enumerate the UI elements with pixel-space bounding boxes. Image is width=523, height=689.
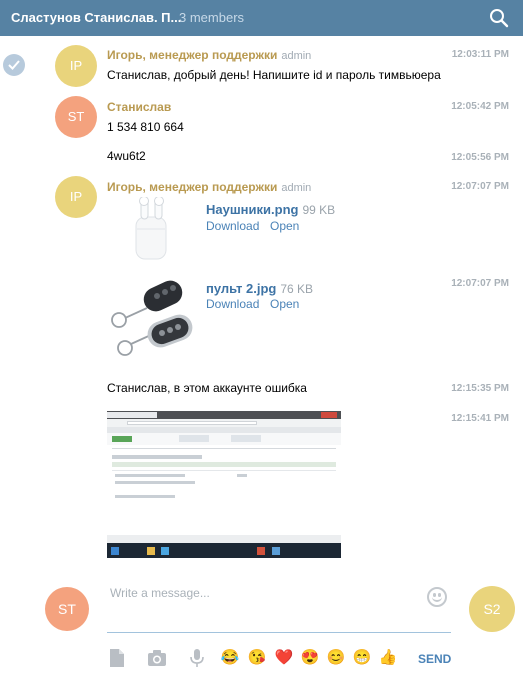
emoji-icon[interactable] — [427, 587, 447, 607]
remote-control-thumbnail[interactable] — [107, 276, 195, 356]
my-avatar[interactable]: ST — [45, 587, 89, 631]
message-text: 4wu6t2 — [107, 149, 146, 163]
chat-header: Сластунов Станислав. П... 3 members — [0, 0, 523, 36]
message[interactable]: 12:15:35 PM Станислав, в этом аккаунте о… — [0, 376, 523, 400]
avatar[interactable]: IP — [55, 176, 97, 218]
avatar[interactable]: IP — [55, 45, 97, 87]
screenshot-image[interactable] — [107, 411, 341, 558]
sender-name[interactable]: Игорь, менеджер поддержки admin — [107, 48, 311, 62]
message[interactable]: ST Станислав 12:05:42 PM 1 534 810 664 — [0, 94, 523, 144]
chat-title[interactable]: Сластунов Станислав. П... — [11, 10, 181, 25]
message-input[interactable] — [107, 578, 451, 633]
message-time: 12:05:42 PM — [451, 101, 509, 112]
message-time: 12:07:07 PM — [451, 278, 509, 289]
download-link[interactable]: Download — [206, 297, 259, 311]
download-link[interactable]: Download — [206, 219, 259, 233]
headphones-thumbnail[interactable] — [130, 196, 174, 263]
peer-avatar[interactable]: S2 — [469, 586, 515, 632]
message[interactable]: IP Игорь, менеджер поддержки admin 12:03:… — [0, 42, 523, 92]
message-time: 12:03:11 PM — [451, 49, 509, 60]
sender-name[interactable]: Игорь, менеджер поддержки admin — [107, 180, 311, 194]
message-time: 12:15:35 PM — [451, 383, 509, 394]
file-size: 99 KB — [302, 203, 336, 217]
file-name[interactable]: пульт 2.jpg 76 KB — [206, 281, 313, 296]
emoji-kiss-icon[interactable]: 😘 — [247, 648, 267, 668]
message-time: 12:15:41 PM — [451, 413, 509, 424]
admin-badge: admin — [281, 50, 312, 62]
microphone-icon[interactable] — [187, 648, 207, 668]
admin-badge: admin — [281, 182, 312, 194]
emoji-heart-eyes-icon[interactable]: 😍 — [300, 648, 320, 668]
search-icon[interactable] — [489, 8, 509, 28]
send-button[interactable]: SEND — [418, 652, 451, 666]
file-name[interactable]: Наушники.png 99 KB — [206, 202, 335, 217]
camera-icon[interactable] — [147, 648, 167, 668]
open-link[interactable]: Open — [270, 219, 299, 233]
open-link[interactable]: Open — [270, 297, 299, 311]
emoji-grin-icon[interactable]: 😁 — [352, 648, 372, 668]
message[interactable]: 12:15:41 PM — [0, 406, 523, 558]
message-text: Станислав, добрый день! Напишите id и па… — [107, 68, 441, 82]
file-size: 76 KB — [280, 282, 314, 296]
message-time: 12:05:56 PM — [451, 152, 509, 163]
sender-name[interactable]: Станислав — [107, 100, 171, 114]
members-count[interactable]: 3 members — [179, 10, 244, 25]
message[interactable]: 12:07:07 PM пульт 2.jpg 76 KB Download Op… — [0, 272, 523, 357]
selected-check-icon[interactable] — [3, 54, 25, 76]
avatar[interactable]: ST — [55, 96, 97, 138]
emoji-smile-icon[interactable]: 😊 — [326, 648, 346, 668]
message[interactable]: IP Игорь, менеджер поддержки admin 12:07:… — [0, 175, 523, 265]
message-text: 1 534 810 664 — [107, 120, 184, 134]
emoji-heart-icon[interactable]: ❤️ — [274, 648, 294, 668]
message[interactable]: 12:05:56 PM 4wu6t2 — [0, 146, 523, 170]
emoji-thumbs-up-icon[interactable]: 👍 — [378, 648, 398, 668]
message-time: 12:07:07 PM — [451, 181, 509, 192]
attach-file-icon[interactable] — [107, 648, 127, 668]
emoji-joy-icon[interactable]: 😂 — [220, 648, 240, 668]
message-text: Станислав, в этом аккаунте ошибка — [107, 381, 307, 395]
